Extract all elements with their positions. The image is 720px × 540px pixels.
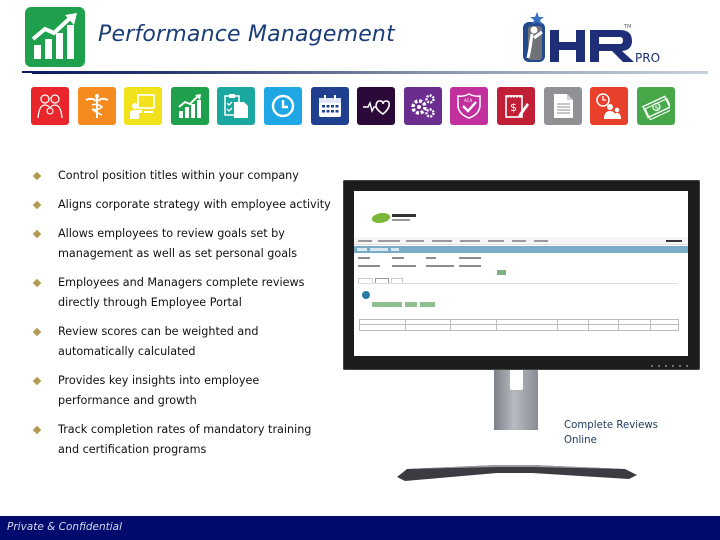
- app-filter-form: [358, 257, 688, 277]
- feature-item: Review scores can be weighted and automa…: [32, 322, 334, 362]
- bullet-diamond-icon: [32, 200, 42, 210]
- bullet-diamond-icon: [32, 425, 42, 435]
- module-documents[interactable]: [543, 87, 582, 125]
- app-go-button: [497, 270, 506, 275]
- monitor-caption: Complete Reviews Online: [564, 420, 658, 446]
- gears-icon: [411, 94, 435, 118]
- feature-list: Control position titles within your comp…: [32, 166, 334, 469]
- module-benefits[interactable]: [77, 87, 116, 125]
- page-title: Performance Management: [98, 22, 395, 47]
- aca-shield-icon: ACA: [457, 93, 482, 119]
- module-performance[interactable]: [170, 87, 209, 125]
- monitor-buttons: [651, 365, 688, 367]
- bullet-diamond-icon: [32, 278, 42, 288]
- bullet-diamond-icon: [32, 327, 42, 337]
- growth-chart-icon: [178, 94, 201, 118]
- training-presenter-icon: [130, 94, 155, 119]
- module-time-attendance[interactable]: [590, 87, 629, 125]
- module-icon-strip: ACA $ $: [31, 87, 675, 125]
- header-divider: [32, 71, 708, 74]
- app-action-button: [420, 302, 435, 307]
- bullet-diamond-icon: [32, 229, 42, 239]
- footer-bar: Private & Confidential: [0, 516, 720, 540]
- feature-item: Control position titles within your comp…: [32, 166, 334, 186]
- time-attendance-icon: [596, 93, 622, 119]
- module-people[interactable]: [31, 87, 69, 125]
- calendar-icon: [318, 95, 341, 117]
- module-wellness[interactable]: [357, 87, 396, 125]
- monitor-stand-slot: [510, 370, 523, 390]
- monitor-base: [397, 465, 637, 481]
- growth-chart-icon: [31, 13, 77, 59]
- svg-text:$: $: [510, 101, 517, 114]
- feature-item: Track completion rates of mandatory trai…: [32, 420, 334, 460]
- clipboard-checklist-icon: [224, 94, 249, 118]
- hr-pro-logo: PRO TM: [520, 8, 690, 68]
- footer-confidential: Private & Confidential: [7, 521, 123, 533]
- people-icon: [37, 94, 63, 119]
- feature-item: Employees and Managers complete reviews …: [32, 273, 334, 313]
- app-action-button: [372, 302, 402, 307]
- app-info-icon: [362, 291, 370, 299]
- monitor-image: [343, 180, 700, 370]
- app-logo-icon: [370, 213, 392, 223]
- money-icon: $: [641, 95, 670, 120]
- module-timeoff[interactable]: [263, 87, 302, 125]
- app-action-button: [405, 302, 417, 307]
- module-payroll[interactable]: $: [636, 87, 675, 125]
- document-icon: [553, 94, 573, 118]
- heartbeat-icon: [363, 100, 391, 115]
- module-scheduling[interactable]: [310, 87, 349, 125]
- module-aca[interactable]: ACA: [450, 87, 489, 125]
- feature-item: Allows employees to review goals set by …: [32, 224, 334, 264]
- app-results-table: [359, 319, 679, 331]
- app-tab-bar: [354, 246, 688, 253]
- feature-item: Provides key insights into employee perf…: [32, 371, 334, 411]
- app-logo-text: [392, 214, 416, 217]
- app-logo-subtext: [392, 219, 410, 221]
- module-settings[interactable]: [403, 87, 442, 125]
- expense-report-icon: $: [505, 95, 529, 118]
- caduceus-icon: [85, 94, 109, 118]
- bullet-diamond-icon: [32, 171, 42, 181]
- module-expenses[interactable]: $: [496, 87, 535, 125]
- performance-logo: [25, 7, 85, 67]
- bullet-diamond-icon: [32, 376, 42, 386]
- svg-text:ACA: ACA: [464, 98, 472, 103]
- module-training[interactable]: [124, 87, 163, 125]
- app-nav-bar: [354, 237, 688, 245]
- clock-icon: [271, 94, 295, 118]
- app-subtab-rule: [358, 283, 678, 284]
- feature-item: Aligns corporate strategy with employee …: [32, 195, 334, 215]
- module-onboarding[interactable]: [217, 87, 256, 125]
- trademark: TM: [623, 24, 631, 30]
- app-screenshot: [354, 191, 688, 356]
- brand-suffix: PRO: [635, 51, 660, 65]
